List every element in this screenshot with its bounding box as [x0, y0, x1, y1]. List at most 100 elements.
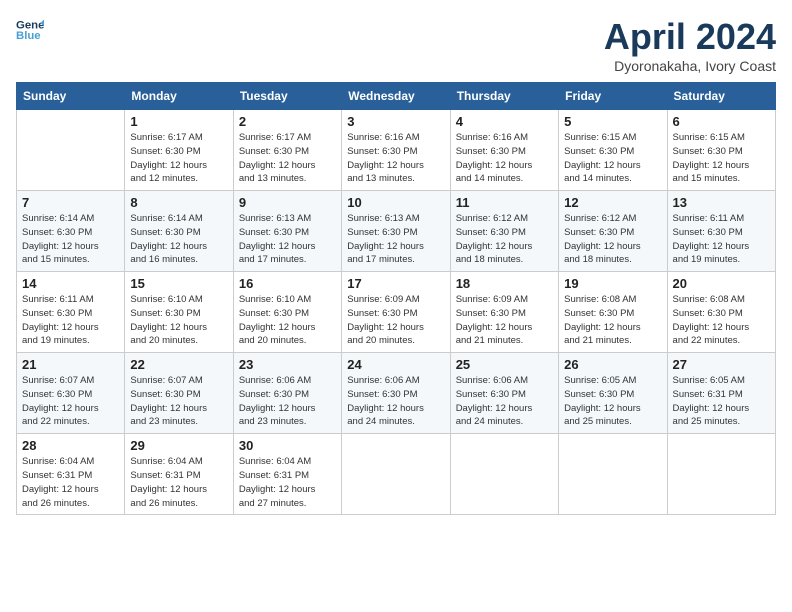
calendar-day-cell: 17Sunrise: 6:09 AM Sunset: 6:30 PM Dayli…	[342, 272, 450, 353]
calendar-day-cell: 30 Sunrise: 6:04 AM Sunset: 6:31 PM Dayli…	[233, 434, 341, 515]
day-info: Sunrise: 6:11 AM Sunset: 6:30 PM Dayligh…	[22, 293, 119, 348]
day-info: Sunrise: 6:17 AM Sunset: 6:30 PM Dayligh…	[130, 131, 227, 186]
calendar-day-cell: 9 Sunrise: 6:13 AM Sunset: 6:30 PM Daylig…	[233, 191, 341, 272]
day-number: 2	[239, 114, 336, 129]
day-number: 15	[130, 276, 227, 291]
calendar-day-cell: 2 Sunrise: 6:17 AM Sunset: 6:30 PM Daylig…	[233, 110, 341, 191]
weekday-header-cell: Saturday	[667, 83, 775, 110]
day-number: 24	[347, 357, 444, 372]
day-info: Sunrise: 6:12 AM Sunset: 6:30 PM Dayligh…	[456, 212, 553, 267]
calendar-week-row: 7 Sunrise: 6:14 AM Sunset: 6:30 PM Daylig…	[17, 191, 776, 272]
svg-text:Blue: Blue	[16, 30, 41, 42]
calendar-day-cell: 11 Sunrise: 6:12 AM Sunset: 6:30 PM Dayli…	[450, 191, 558, 272]
day-number: 14	[22, 276, 119, 291]
calendar-day-cell: 4 Sunrise: 6:16 AM Sunset: 6:30 PM Daylig…	[450, 110, 558, 191]
day-info: Sunrise: 6:12 AM Sunset: 6:30 PM Dayligh…	[564, 212, 661, 267]
calendar-day-cell: 24 Sunrise: 6:06 AM Sunset: 6:30 PM Dayli…	[342, 353, 450, 434]
calendar-header-row: SundayMondayTuesdayWednesdayThursdayFrid…	[17, 83, 776, 110]
day-info: Sunrise: 6:13 AM Sunset: 6:30 PM Dayligh…	[239, 212, 336, 267]
day-number: 23	[239, 357, 336, 372]
calendar-week-row: 1 Sunrise: 6:17 AM Sunset: 6:30 PM Daylig…	[17, 110, 776, 191]
day-info: Sunrise: 6:15 AM Sunset: 6:30 PM Dayligh…	[673, 131, 770, 186]
day-number: 9	[239, 195, 336, 210]
calendar-day-cell: 22 Sunrise: 6:07 AM Sunset: 6:30 PM Dayli…	[125, 353, 233, 434]
calendar-day-cell: 18Sunrise: 6:09 AM Sunset: 6:30 PM Dayli…	[450, 272, 558, 353]
day-number: 7	[22, 195, 119, 210]
day-number: 11	[456, 195, 553, 210]
day-info: Sunrise: 6:05 AM Sunset: 6:31 PM Dayligh…	[673, 374, 770, 429]
day-info: Sunrise: 6:05 AM Sunset: 6:30 PM Dayligh…	[564, 374, 661, 429]
calendar-week-row: 14 Sunrise: 6:11 AM Sunset: 6:30 PM Dayli…	[17, 272, 776, 353]
day-info: Sunrise: 6:14 AM Sunset: 6:30 PM Dayligh…	[22, 212, 119, 267]
weekday-header-cell: Tuesday	[233, 83, 341, 110]
calendar-day-cell	[559, 434, 667, 515]
day-info: Sunrise: 6:16 AM Sunset: 6:30 PM Dayligh…	[456, 131, 553, 186]
day-info: Sunrise: 6:11 AM Sunset: 6:30 PM Dayligh…	[673, 212, 770, 267]
calendar-day-cell: 14 Sunrise: 6:11 AM Sunset: 6:30 PM Dayli…	[17, 272, 125, 353]
day-info: Sunrise: 6:16 AM Sunset: 6:30 PM Dayligh…	[347, 131, 444, 186]
day-info: Sunrise: 6:07 AM Sunset: 6:30 PM Dayligh…	[22, 374, 119, 429]
day-number: 13	[673, 195, 770, 210]
day-info: Sunrise: 6:15 AM Sunset: 6:30 PM Dayligh…	[564, 131, 661, 186]
weekday-header-cell: Monday	[125, 83, 233, 110]
day-number: 1	[130, 114, 227, 129]
day-info: Sunrise: 6:09 AM Sunset: 6:30 PM Dayligh…	[456, 293, 553, 348]
calendar-day-cell: 20Sunrise: 6:08 AM Sunset: 6:30 PM Dayli…	[667, 272, 775, 353]
day-number: 27	[673, 357, 770, 372]
day-number: 25	[456, 357, 553, 372]
calendar-day-cell: 3 Sunrise: 6:16 AM Sunset: 6:30 PM Daylig…	[342, 110, 450, 191]
day-info: Sunrise: 6:06 AM Sunset: 6:30 PM Dayligh…	[239, 374, 336, 429]
calendar-day-cell	[17, 110, 125, 191]
day-info: Sunrise: 6:08 AM Sunset: 6:30 PM Dayligh…	[673, 293, 770, 348]
calendar-day-cell: 16Sunrise: 6:10 AM Sunset: 6:30 PM Dayli…	[233, 272, 341, 353]
day-number: 12	[564, 195, 661, 210]
calendar-day-cell: 12 Sunrise: 6:12 AM Sunset: 6:30 PM Dayli…	[559, 191, 667, 272]
day-number: 4	[456, 114, 553, 129]
day-info: Sunrise: 6:10 AM Sunset: 6:30 PM Dayligh…	[130, 293, 227, 348]
day-number: 28	[22, 438, 119, 453]
title-area: April 2024 Dyoronakaha, Ivory Coast	[604, 16, 776, 74]
logo: General Blue	[16, 16, 44, 44]
day-info: Sunrise: 6:08 AM Sunset: 6:30 PM Dayligh…	[564, 293, 661, 348]
location-subtitle: Dyoronakaha, Ivory Coast	[604, 58, 776, 74]
day-number: 17	[347, 276, 444, 291]
logo-icon: General Blue	[16, 16, 44, 44]
header: General Blue April 2024 Dyoronakaha, Ivo…	[16, 16, 776, 74]
calendar-body: 1 Sunrise: 6:17 AM Sunset: 6:30 PM Daylig…	[17, 110, 776, 515]
calendar-week-row: 21Sunrise: 6:07 AM Sunset: 6:30 PM Dayli…	[17, 353, 776, 434]
day-info: Sunrise: 6:04 AM Sunset: 6:31 PM Dayligh…	[239, 455, 336, 510]
calendar-day-cell: 29 Sunrise: 6:04 AM Sunset: 6:31 PM Dayli…	[125, 434, 233, 515]
day-number: 3	[347, 114, 444, 129]
calendar-day-cell: 26 Sunrise: 6:05 AM Sunset: 6:30 PM Dayli…	[559, 353, 667, 434]
day-info: Sunrise: 6:06 AM Sunset: 6:30 PM Dayligh…	[347, 374, 444, 429]
calendar-day-cell: 5Sunrise: 6:15 AM Sunset: 6:30 PM Daylig…	[559, 110, 667, 191]
calendar-day-cell: 23 Sunrise: 6:06 AM Sunset: 6:30 PM Dayli…	[233, 353, 341, 434]
day-number: 26	[564, 357, 661, 372]
day-info: Sunrise: 6:04 AM Sunset: 6:31 PM Dayligh…	[130, 455, 227, 510]
calendar-day-cell: 19 Sunrise: 6:08 AM Sunset: 6:30 PM Dayli…	[559, 272, 667, 353]
calendar-week-row: 28 Sunrise: 6:04 AM Sunset: 6:31 PM Dayli…	[17, 434, 776, 515]
weekday-header-cell: Friday	[559, 83, 667, 110]
day-number: 30	[239, 438, 336, 453]
calendar-day-cell: 15 Sunrise: 6:10 AM Sunset: 6:30 PM Dayli…	[125, 272, 233, 353]
day-number: 8	[130, 195, 227, 210]
calendar-day-cell: 10 Sunrise: 6:13 AM Sunset: 6:30 PM Dayli…	[342, 191, 450, 272]
calendar-day-cell: 27 Sunrise: 6:05 AM Sunset: 6:31 PM Dayli…	[667, 353, 775, 434]
day-number: 22	[130, 357, 227, 372]
weekday-header-cell: Thursday	[450, 83, 558, 110]
calendar-day-cell: 7 Sunrise: 6:14 AM Sunset: 6:30 PM Daylig…	[17, 191, 125, 272]
day-number: 19	[564, 276, 661, 291]
day-info: Sunrise: 6:17 AM Sunset: 6:30 PM Dayligh…	[239, 131, 336, 186]
calendar-day-cell: 13 Sunrise: 6:11 AM Sunset: 6:30 PM Dayli…	[667, 191, 775, 272]
day-info: Sunrise: 6:10 AM Sunset: 6:30 PM Dayligh…	[239, 293, 336, 348]
month-title: April 2024	[604, 16, 776, 58]
calendar-day-cell: 21Sunrise: 6:07 AM Sunset: 6:30 PM Dayli…	[17, 353, 125, 434]
day-info: Sunrise: 6:06 AM Sunset: 6:30 PM Dayligh…	[456, 374, 553, 429]
calendar-table: SundayMondayTuesdayWednesdayThursdayFrid…	[16, 82, 776, 515]
day-info: Sunrise: 6:14 AM Sunset: 6:30 PM Dayligh…	[130, 212, 227, 267]
day-number: 29	[130, 438, 227, 453]
day-info: Sunrise: 6:07 AM Sunset: 6:30 PM Dayligh…	[130, 374, 227, 429]
day-info: Sunrise: 6:13 AM Sunset: 6:30 PM Dayligh…	[347, 212, 444, 267]
day-number: 10	[347, 195, 444, 210]
calendar-day-cell: 1 Sunrise: 6:17 AM Sunset: 6:30 PM Daylig…	[125, 110, 233, 191]
